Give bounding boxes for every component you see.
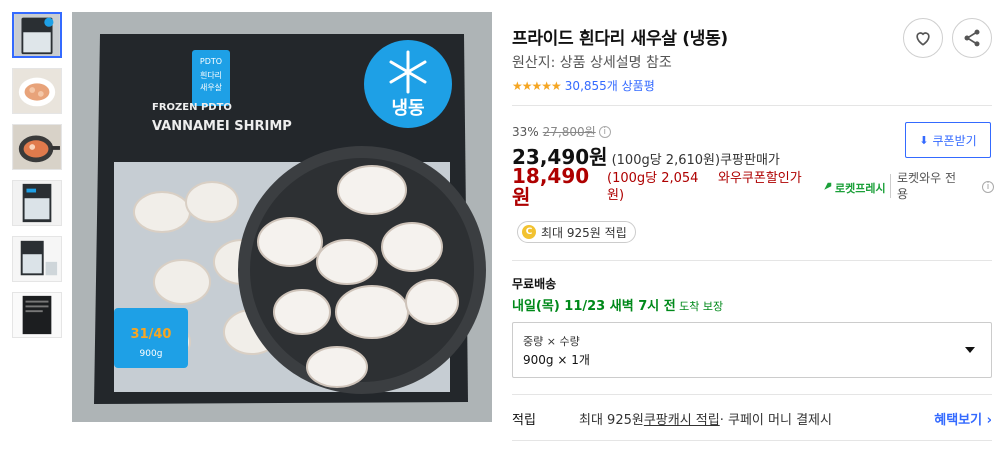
earn-row: 적립 최대 925원 쿠팡캐시 적립 · 쿠페이 머니 결제시 혜택보기 ›	[512, 409, 992, 428]
package-brand-text: PDTO	[200, 57, 222, 66]
wow-price: 18,490원	[512, 164, 590, 209]
wishlist-button[interactable]	[903, 18, 943, 58]
frozen-badge-text: 냉동	[391, 98, 424, 119]
wow-unit-price: (100g당 2,054원)	[607, 171, 699, 203]
earn-label: 적립	[512, 413, 536, 428]
divider	[512, 260, 992, 261]
thumb-package-side[interactable]	[12, 236, 62, 282]
sale-price-type: 쿠팡판매가	[720, 153, 780, 168]
rocket-icon	[820, 182, 832, 194]
shipping-title: 무료배송	[512, 277, 557, 291]
thumb-package-front[interactable]	[12, 12, 62, 58]
benefit-view-link[interactable]: 혜택보기 ›	[934, 409, 992, 428]
shipping-date: 내일(목) 11/23 새벽 7시 전 도착 보장	[512, 295, 723, 314]
points-text: 최대 925원 적립	[541, 225, 627, 240]
wow-price-label: 와우쿠폰할인가	[718, 171, 802, 186]
divider	[512, 105, 992, 106]
discount-rate: 33%	[512, 124, 539, 139]
option-header: 중량 × 수량	[523, 335, 580, 348]
star-rating-icon: ★★★★★	[512, 78, 562, 93]
earn-suffix: · 쿠페이 머니 결제시	[719, 413, 832, 428]
discount-row: 33% 27,800원 i	[512, 123, 611, 140]
rocket-separator	[890, 174, 891, 198]
sale-unit-price: (100g당 2,610원)	[611, 153, 721, 168]
product-info-panel: 프라이드 흰다리 새우살 (냉동) 원산지: 상품 상세설명 참조 ★★★★★ …	[512, 0, 994, 452]
share-button[interactable]	[952, 18, 992, 58]
option-select[interactable]: 중량 × 수량 900g × 1개	[512, 322, 992, 378]
thumbnail-gallery	[12, 12, 62, 348]
earn-prefix: 최대 925원	[579, 413, 644, 428]
thumb-cooked-dish[interactable]	[12, 68, 62, 114]
package-line1-text: FROZEN PDTO	[152, 102, 232, 113]
rocket-badge-label: 로켓프레시	[835, 182, 886, 195]
coupon-download-button[interactable]: ⬇ 쿠폰받기	[905, 122, 991, 158]
download-icon: ⬇	[919, 133, 929, 147]
package-line2-text: VANNAMEI SHRIMP	[152, 119, 292, 134]
review-count-link[interactable]: 30,855개 상품평	[565, 77, 655, 94]
thumb-package-back[interactable]	[12, 292, 62, 338]
main-product-image: 냉동 PDTO 흰다리 새우살 FROZEN PDTO VANNAMEI SHR…	[72, 12, 492, 422]
heart-icon	[916, 32, 930, 46]
price-info-icon[interactable]: i	[598, 125, 611, 138]
rating-row: ★★★★★ 30,855개 상품평	[512, 77, 655, 94]
divider	[512, 440, 992, 441]
rocket-fresh-badge: 로켓프레시	[819, 180, 886, 196]
product-origin: 원산지: 상품 상세설명 참조	[512, 55, 672, 71]
option-value: 900g × 1개	[523, 353, 590, 367]
package-korean-line1: 흰다리	[200, 70, 222, 80]
share-icon	[964, 29, 980, 47]
coupon-button-label: 쿠폰받기	[932, 133, 977, 148]
rocket-info-icon[interactable]: i	[982, 181, 994, 193]
shipping-date-main: 내일(목) 11/23 새벽 7시 전	[512, 299, 676, 314]
coin-icon: C	[522, 225, 536, 239]
rocket-wow-text: 로켓와우 전용	[897, 171, 957, 201]
points-badge: C 최대 925원 적립	[517, 221, 636, 243]
thumb-package-detail[interactable]	[12, 180, 62, 226]
caret-down-icon	[965, 347, 975, 353]
package-korean-line2: 새우살	[200, 83, 223, 92]
original-price: 27,800원	[542, 125, 596, 139]
thumb-pan-dish[interactable]	[12, 124, 62, 170]
shipping-date-suffix: 도착 보장	[675, 300, 724, 313]
weight-label-text: 900g	[140, 349, 163, 359]
size-label-text: 31/40	[131, 327, 172, 342]
divider	[512, 394, 992, 395]
product-title: 프라이드 흰다리 새우살 (냉동)	[512, 29, 728, 49]
coupang-cash-link[interactable]: 쿠팡캐시 적립	[644, 409, 720, 428]
